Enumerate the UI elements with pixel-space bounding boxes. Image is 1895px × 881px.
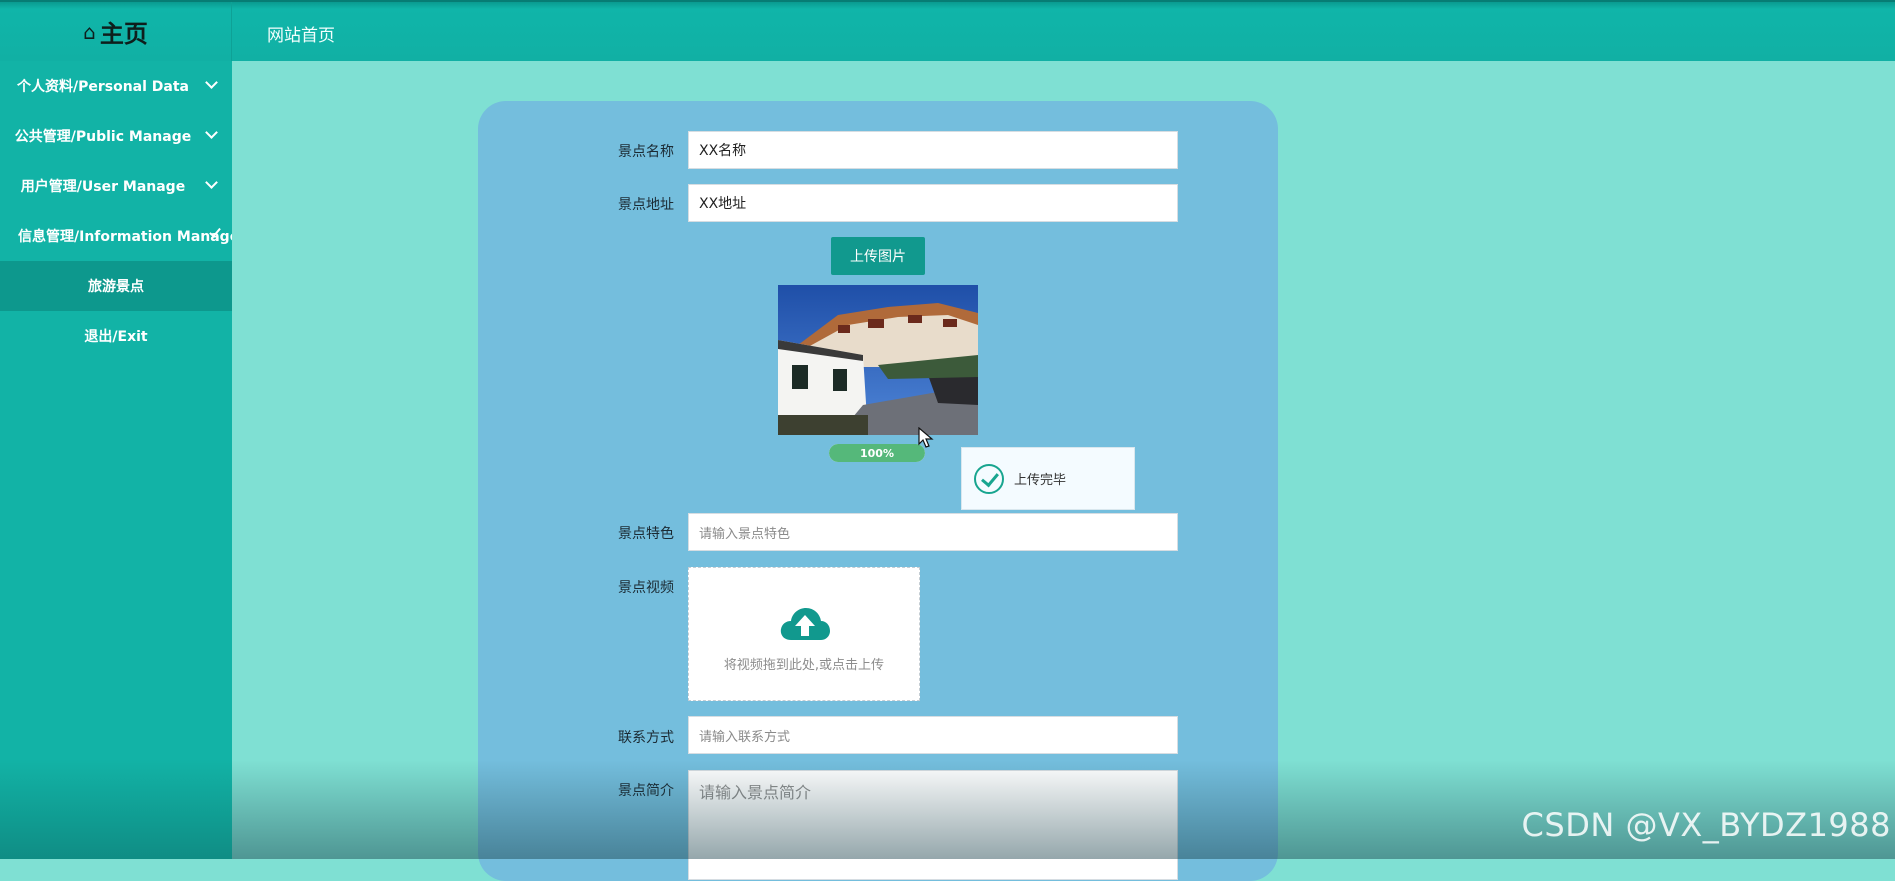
upload-progress-fill: 100% bbox=[829, 444, 925, 462]
video-upload-dropzone[interactable]: 将视频拖到此处,或点击上传 bbox=[688, 567, 920, 701]
sidebar-item-label: 用户管理/User Manage bbox=[20, 179, 186, 195]
breadcrumb-home[interactable]: 网站首页 bbox=[267, 21, 335, 46]
name-input[interactable]: XX名称 bbox=[688, 131, 1178, 169]
brand-title: 主页 bbox=[99, 20, 148, 48]
sidebar-item-label: 退出/Exit bbox=[84, 329, 148, 345]
sidebar-item-label: 旅游景点 bbox=[88, 279, 144, 295]
top-bar: ⌂ 主页 网站首页 bbox=[0, 0, 1895, 61]
name-label: 景点名称 bbox=[618, 144, 674, 160]
address-input[interactable]: XX地址 bbox=[688, 184, 1178, 222]
check-circle-icon bbox=[974, 463, 1004, 494]
landscape-photo bbox=[778, 285, 978, 435]
sidebar-item-exit[interactable]: 退出/Exit bbox=[0, 311, 232, 361]
video-label: 景点视频 bbox=[618, 580, 674, 596]
mouse-cursor-icon bbox=[918, 427, 934, 448]
sidebar: 个人资料/Personal Data 公共管理/Public Manage 用户… bbox=[0, 61, 232, 859]
home-icon: ⌂ bbox=[83, 19, 96, 44]
sidebar-item-information-manage[interactable]: 信息管理/Information Manage bbox=[0, 211, 232, 261]
upload-success-toast: 上传完毕 bbox=[961, 447, 1135, 510]
brand[interactable]: ⌂ 主页 bbox=[0, 2, 232, 61]
sidebar-item-user-manage[interactable]: 用户管理/User Manage bbox=[0, 161, 232, 211]
intro-label: 景点简介 bbox=[618, 783, 674, 799]
contact-label: 联系方式 bbox=[618, 730, 674, 746]
sidebar-item-label: 信息管理/Information Manage bbox=[18, 229, 232, 245]
upload-progress-text: 100% bbox=[860, 446, 894, 460]
sidebar-item-public-manage[interactable]: 公共管理/Public Manage bbox=[0, 111, 232, 161]
uploaded-image-preview bbox=[778, 285, 978, 435]
cloud-upload-icon bbox=[780, 608, 830, 640]
upload-progress-bar: 100% bbox=[829, 444, 925, 462]
feature-label: 景点特色 bbox=[618, 526, 674, 542]
upload-image-button[interactable]: 上传图片 bbox=[831, 237, 925, 275]
contact-input[interactable]: 请输入联系方式 bbox=[688, 716, 1178, 754]
video-upload-hint: 将视频拖到此处,或点击上传 bbox=[723, 658, 885, 673]
address-label: 景点地址 bbox=[618, 197, 674, 213]
sidebar-item-tourist-attractions[interactable]: 旅游景点 bbox=[0, 261, 232, 311]
sidebar-shade bbox=[0, 759, 232, 859]
feature-input[interactable]: 请输入景点特色 bbox=[688, 513, 1178, 551]
watermark: CSDN @VX_BYDZ1988 bbox=[1521, 806, 1891, 844]
intro-textarea[interactable]: 请输入景点简介 bbox=[688, 770, 1178, 880]
sidebar-item-label: 公共管理/Public Manage bbox=[14, 129, 192, 145]
sidebar-item-label: 个人资料/Personal Data bbox=[16, 79, 190, 95]
toast-message: 上传完毕 bbox=[1014, 473, 1067, 488]
sidebar-item-personal-data[interactable]: 个人资料/Personal Data bbox=[0, 61, 232, 111]
